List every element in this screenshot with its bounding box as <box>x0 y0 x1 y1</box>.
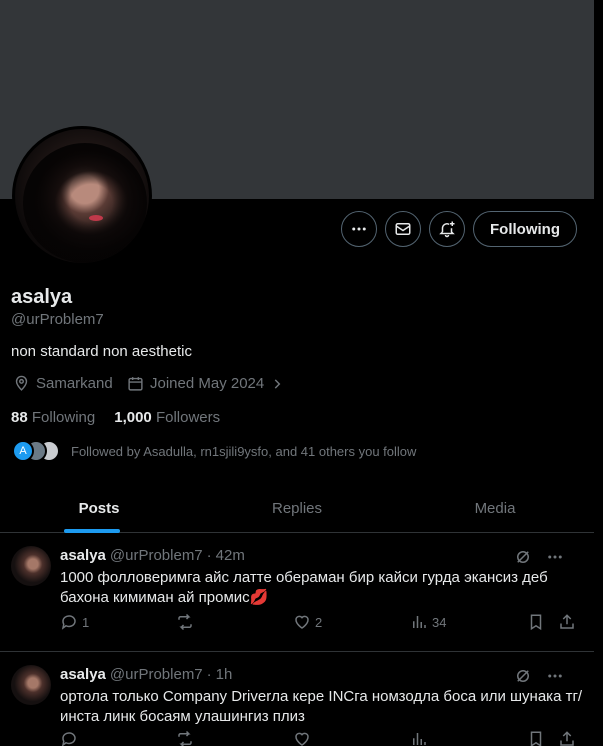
views-button[interactable] <box>410 730 428 746</box>
post-avatar[interactable] <box>11 546 51 586</box>
followed-by-text: Followed by Asadulla, rn1sjili9ysfo, and… <box>71 443 417 459</box>
follow-stats: 88 Following 1,000 Followers <box>11 409 220 426</box>
profile-bio: non standard non aesthetic <box>11 343 192 360</box>
joined-text: Joined May 2024 <box>150 375 265 392</box>
post-avatar[interactable] <box>11 665 51 705</box>
bookmark-icon <box>530 731 542 746</box>
tab-media[interactable]: Media <box>396 485 594 532</box>
retweet-icon <box>178 613 192 631</box>
post-text: ортола только Company Driverла кере INCг… <box>60 688 583 725</box>
reply-icon <box>61 615 76 630</box>
notifications-button[interactable] <box>429 211 465 247</box>
post[interactable]: asalya @urProblem7 · 42m 1000 фолловерим… <box>0 534 594 652</box>
post-time[interactable]: 42m <box>216 547 245 564</box>
reply-icon <box>62 732 76 746</box>
scrollbar[interactable] <box>594 0 603 746</box>
post-author[interactable]: asalya <box>60 547 106 564</box>
profile-tabs: Posts Replies Media <box>0 485 594 533</box>
reply-button[interactable] <box>60 730 78 746</box>
retweet-button[interactable] <box>176 730 194 746</box>
reply-button[interactable]: 1 <box>60 613 89 631</box>
joined-date[interactable]: Joined May 2024 <box>127 375 284 392</box>
grok-icon[interactable] <box>514 667 532 685</box>
retweet-icon <box>178 730 192 746</box>
views-button[interactable]: 34 <box>410 613 446 631</box>
location-text: Samarkand <box>36 375 113 392</box>
views-icon <box>413 733 426 745</box>
share-icon <box>560 614 574 629</box>
calendar-icon <box>128 377 143 391</box>
following-button[interactable]: Following <box>473 211 577 247</box>
profile-avatar[interactable] <box>12 126 152 266</box>
post-more-icon[interactable] <box>546 548 564 566</box>
grok-icon[interactable] <box>514 548 532 566</box>
post-author[interactable]: asalya <box>60 666 106 683</box>
message-button[interactable] <box>385 211 421 247</box>
profile-handle: @urProblem7 <box>11 311 104 328</box>
more-options-button[interactable] <box>341 211 377 247</box>
bell-plus-icon <box>439 221 455 238</box>
more-icon <box>352 227 366 231</box>
post[interactable]: asalya @urProblem7 · 1h ортола только Co… <box>0 653 594 746</box>
bookmark-icon <box>530 614 542 631</box>
location: Samarkand <box>13 375 113 392</box>
post-handle[interactable]: @urProblem7 <box>110 666 203 683</box>
chevron-right-icon <box>274 378 281 389</box>
share-button[interactable] <box>558 730 576 746</box>
post-text: 1000 фолловеримга айс латте обераман бир… <box>60 569 548 606</box>
following-stat[interactable]: 88 Following <box>11 409 95 426</box>
heart-icon <box>295 615 309 629</box>
tab-posts[interactable]: Posts <box>0 485 198 533</box>
heart-icon <box>295 732 309 746</box>
bookmark-button[interactable] <box>527 613 545 631</box>
followers-stat[interactable]: 1,000 Followers <box>114 409 220 426</box>
like-button[interactable] <box>293 730 311 746</box>
share-button[interactable] <box>558 613 576 631</box>
profile-name: asalya <box>11 286 73 308</box>
post-more-icon[interactable] <box>546 667 564 685</box>
bookmark-button[interactable] <box>527 730 545 746</box>
followed-by[interactable]: A Followed by Asadulla, rn1sjili9ysfo, a… <box>12 440 416 462</box>
share-icon <box>560 731 574 746</box>
envelope-icon <box>395 223 411 235</box>
follower-avatar: A <box>12 440 34 462</box>
tab-replies[interactable]: Replies <box>198 485 396 532</box>
post-handle[interactable]: @urProblem7 <box>110 547 203 564</box>
like-button[interactable]: 2 <box>293 613 322 631</box>
views-icon <box>413 616 426 628</box>
post-time[interactable]: 1h <box>216 666 233 683</box>
retweet-button[interactable] <box>176 613 198 631</box>
location-pin-icon <box>15 375 28 391</box>
